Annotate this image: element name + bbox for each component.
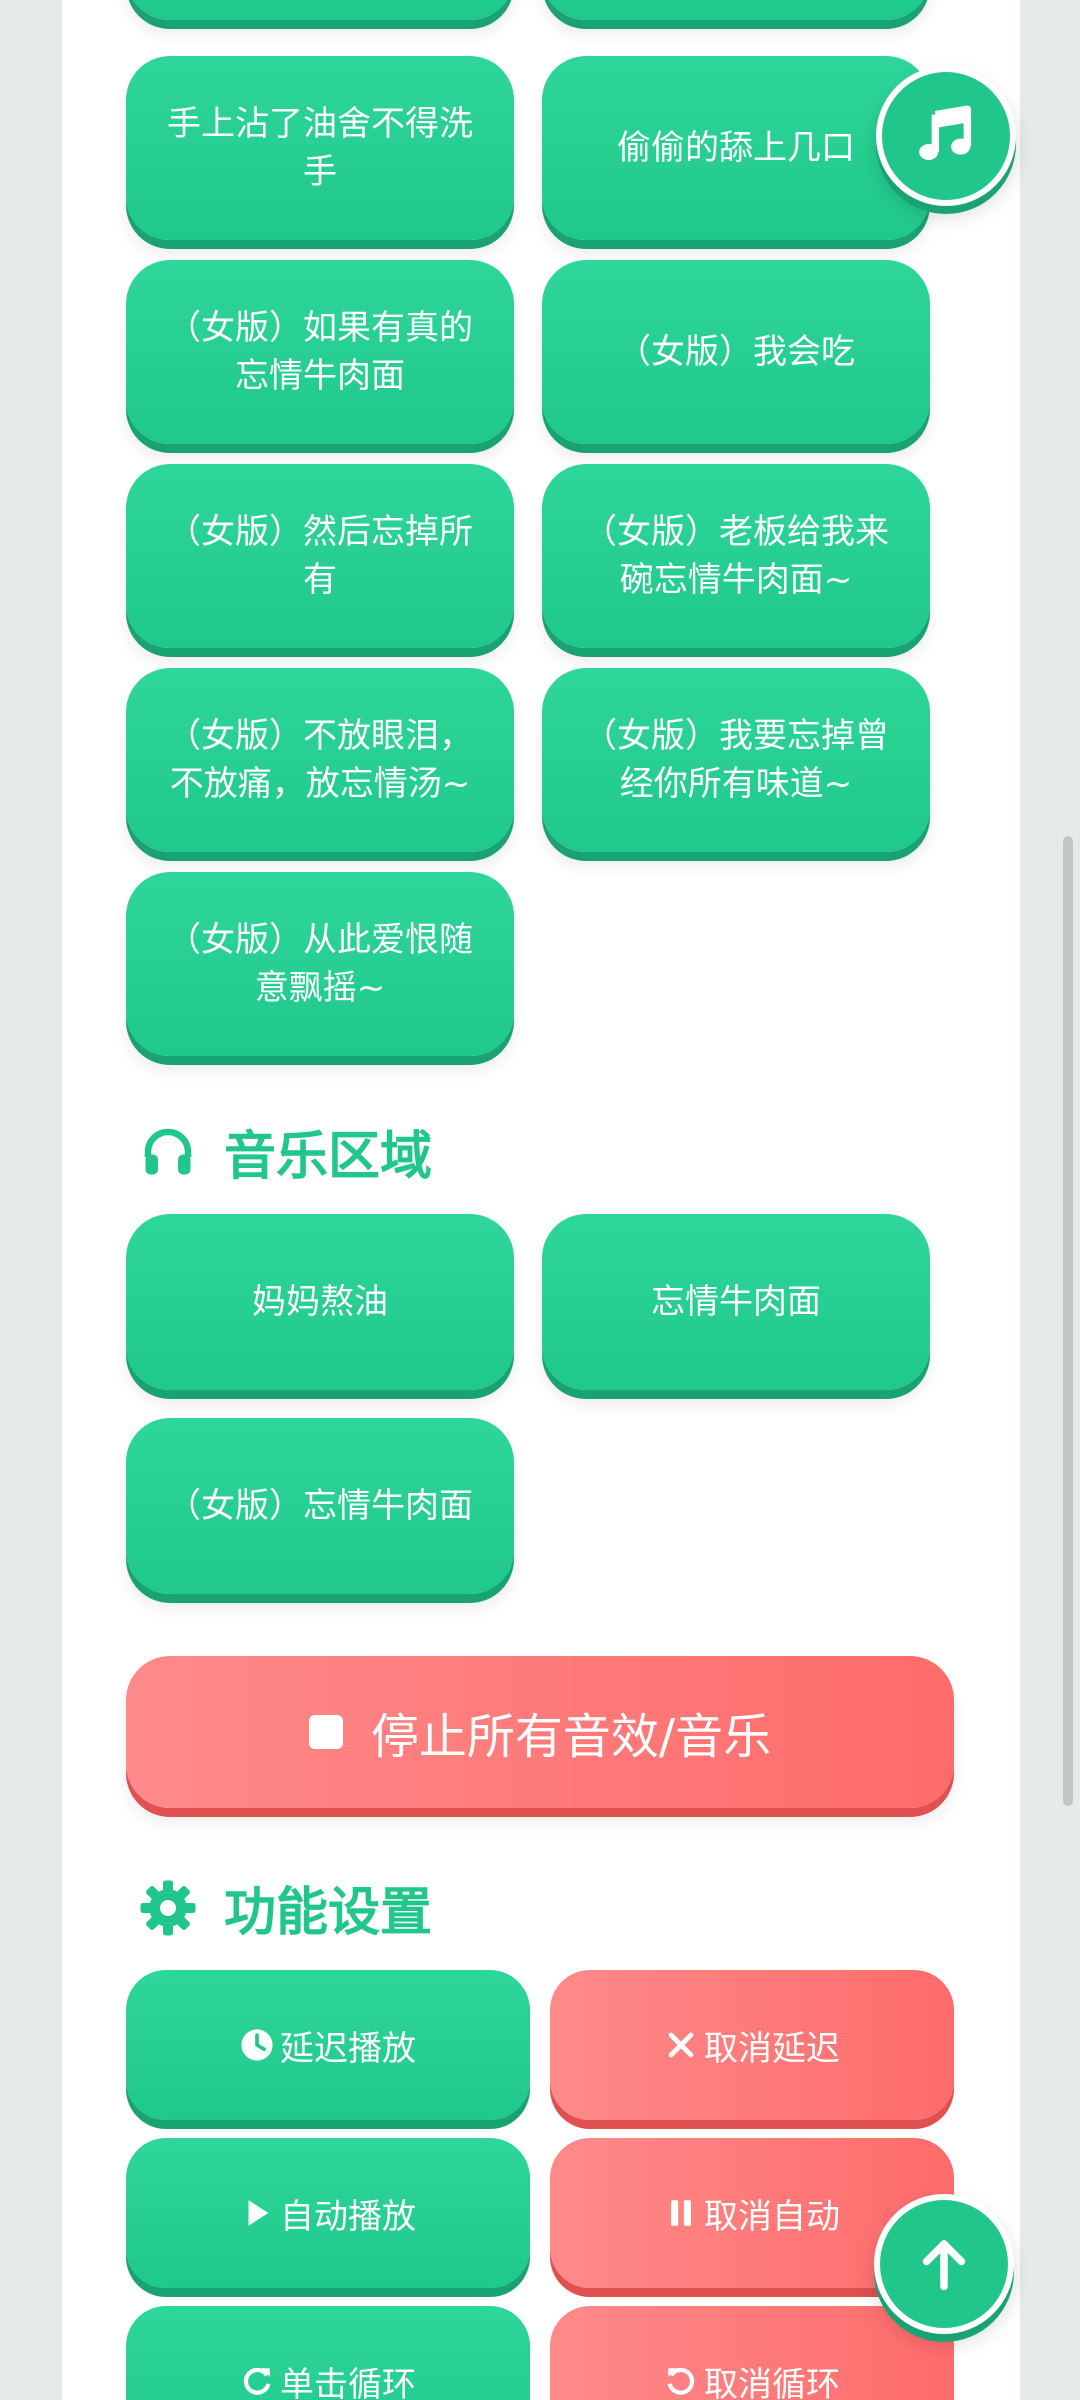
delay-play-button[interactable]: 延迟播放 (126, 1970, 530, 2120)
single-loop-button[interactable]: 单击循环 (126, 2306, 530, 2400)
arrow-up-icon (914, 2234, 974, 2294)
button-label: 取消循环 (704, 2364, 840, 2400)
sound-button[interactable]: （女版）老板给我来碗忘情牛肉面~ (542, 464, 930, 648)
button-label: 取消延迟 (704, 2028, 840, 2069)
sound-button-label: （女版）老板给我来碗忘情牛肉面~ (583, 512, 889, 600)
auto-play-button[interactable]: 自动播放 (126, 2138, 530, 2288)
cancel-loop-button[interactable]: 取消循环 (550, 2306, 954, 2400)
button-label: 延迟播放 (280, 2028, 416, 2069)
redo-icon (240, 2364, 274, 2398)
sound-button[interactable] (542, 0, 930, 20)
music-section-header: 音乐区域 (138, 1114, 432, 1189)
sound-button-label: （女版）我会吃 (617, 332, 855, 372)
music-note-icon (914, 104, 978, 168)
clock-icon (240, 2028, 274, 2062)
stop-all-label: 停止所有音效/音乐 (370, 1709, 772, 1765)
headphones-icon (138, 1122, 198, 1182)
sound-button[interactable]: （女版）从此爱恨随意飘摇~ (126, 872, 514, 1056)
sound-button-label: （女版）我要忘掉曾经你所有味道~ (583, 716, 889, 804)
play-icon (240, 2196, 274, 2230)
sound-button-label: （女版）然后忘掉所有 (167, 512, 473, 600)
sound-button[interactable]: （女版）我会吃 (542, 260, 930, 444)
scrollbar-thumb[interactable] (1063, 836, 1073, 1806)
pause-icon (664, 2196, 698, 2230)
music-button-label: 妈妈熬油 (252, 1282, 388, 1322)
button-label: 取消自动 (704, 2196, 840, 2237)
sound-button-label: 手上沾了油舍不得洗手 (167, 104, 473, 192)
music-button[interactable]: 妈妈熬油 (126, 1214, 514, 1390)
undo-icon (664, 2364, 698, 2398)
sound-button[interactable] (126, 0, 514, 20)
music-button-label: （女版）忘情牛肉面 (167, 1486, 473, 1526)
sound-button[interactable]: （女版）不放眼泪，不放痛，放忘情汤~ (126, 668, 514, 852)
back-to-top-fab[interactable] (874, 2194, 1014, 2334)
stop-icon (308, 1715, 343, 1749)
section-title: 音乐区域 (224, 1127, 433, 1187)
sound-button[interactable]: （女版）我要忘掉曾经你所有味道~ (542, 668, 930, 852)
page: 手上沾了油舍不得洗手 偷偷的舔上几口 （女版）如果有真的忘情牛肉面 （女版）我会… (0, 0, 1080, 2400)
music-fab[interactable] (876, 66, 1016, 206)
button-label: 自动播放 (280, 2196, 416, 2237)
cancel-delay-button[interactable]: 取消延迟 (550, 1970, 954, 2120)
sound-button[interactable]: 偷偷的舔上几口 (542, 56, 930, 240)
sound-button-label: （女版）不放眼泪，不放痛，放忘情汤~ (167, 716, 473, 804)
stop-all-button[interactable]: 停止所有音效/音乐 (126, 1656, 954, 1808)
gear-icon (138, 1878, 198, 1938)
sound-button[interactable]: （女版）然后忘掉所有 (126, 464, 514, 648)
sound-button-label: 偷偷的舔上几口 (617, 128, 855, 168)
music-button[interactable]: 忘情牛肉面 (542, 1214, 930, 1390)
sound-button[interactable]: （女版）如果有真的忘情牛肉面 (126, 260, 514, 444)
sound-button-label: （女版）如果有真的忘情牛肉面 (167, 308, 473, 396)
section-title: 功能设置 (224, 1883, 433, 1943)
close-icon (664, 2028, 698, 2062)
sound-button[interactable]: 手上沾了油舍不得洗手 (126, 56, 514, 240)
sound-button-label: （女版）从此爱恨随意飘摇~ (167, 920, 473, 1008)
button-label: 单击循环 (280, 2364, 416, 2400)
settings-section-header: 功能设置 (138, 1870, 432, 1945)
music-button[interactable]: （女版）忘情牛肉面 (126, 1418, 514, 1594)
music-button-label: 忘情牛肉面 (651, 1282, 821, 1322)
